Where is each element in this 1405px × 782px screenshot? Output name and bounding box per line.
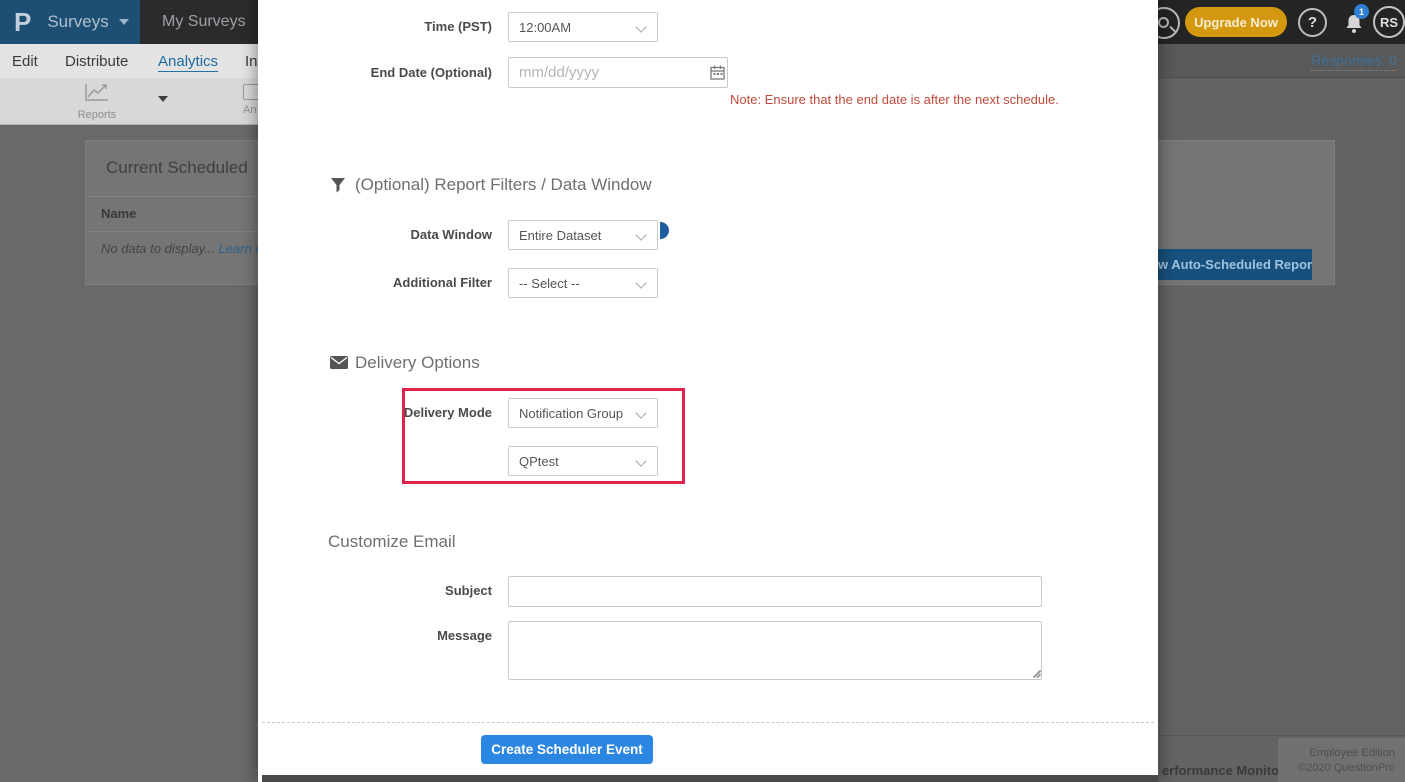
nav-item-distribute[interactable]: Distribute: [65, 53, 128, 70]
chevron-down-icon: [119, 19, 129, 25]
scheduled-reports-panel-right: w Auto-Scheduled Report: [1158, 140, 1335, 285]
additional-filter-value: -- Select --: [519, 276, 580, 291]
auto-report-button-label: w Auto-Scheduled Report: [1158, 257, 1312, 272]
product-menu-label: Surveys: [47, 12, 108, 32]
toolbar-reports-button[interactable]: Reports: [62, 82, 132, 121]
new-auto-scheduled-report-button[interactable]: w Auto-Scheduled Report: [1158, 249, 1312, 280]
time-select[interactable]: 12:00AM: [508, 12, 658, 42]
data-window-select[interactable]: Entire Dataset: [508, 220, 658, 250]
create-scheduler-event-button[interactable]: Create Scheduler Event: [481, 735, 653, 764]
nav-item-analytics[interactable]: Analytics: [158, 53, 218, 72]
end-date-input[interactable]: [508, 57, 728, 88]
questionpro-logo-icon: P: [14, 7, 31, 38]
message-textarea[interactable]: [508, 621, 1042, 680]
responses-counter[interactable]: Responses: 0: [1311, 52, 1397, 71]
product-switcher[interactable]: P Surveys: [0, 0, 140, 44]
subject-label: Subject: [258, 583, 492, 598]
reports-dropdown-caret[interactable]: [158, 96, 168, 102]
chevron-down-icon: [635, 407, 646, 418]
notification-group-select[interactable]: QPtest: [508, 446, 658, 476]
clipped-toolbar-icon: [243, 84, 259, 100]
notification-badge: 1: [1354, 4, 1369, 19]
delivery-mode-select[interactable]: Notification Group: [508, 398, 658, 428]
edition-block: Employee Edition ©2020 QuestionPro: [1278, 738, 1405, 782]
data-window-value: Entire Dataset: [519, 228, 601, 243]
envelope-icon: [330, 356, 348, 369]
delivery-mode-label: Delivery Mode: [258, 405, 492, 420]
empty-state-text: No data to display... Learn mo: [101, 241, 258, 256]
tab-my-surveys-label: My Surveys: [162, 13, 246, 31]
chevron-down-icon: [635, 21, 646, 32]
tab-my-surveys[interactable]: My Surveys: [140, 0, 258, 44]
no-data-text: No data to display...: [101, 241, 215, 256]
horizontal-scrollbar[interactable]: [262, 775, 1158, 782]
line-chart-icon: [84, 82, 110, 102]
chevron-down-icon: [635, 229, 646, 240]
toolbar-reports-label: Reports: [62, 109, 132, 121]
learn-more-link[interactable]: Learn mo: [219, 241, 258, 256]
avatar[interactable]: RS: [1373, 6, 1405, 38]
delivery-mode-value: Notification Group: [519, 406, 623, 421]
copyright-label: ©2020 QuestionPro: [1298, 762, 1395, 774]
filter-funnel-icon: [330, 177, 346, 193]
resize-handle-icon[interactable]: [1032, 669, 1041, 678]
panel-title: Current Scheduled: [106, 158, 248, 178]
search-lens: [1158, 17, 1169, 28]
time-label: Time (PST): [258, 19, 492, 34]
time-select-value: 12:00AM: [519, 20, 571, 35]
customize-email-title: Customize Email: [328, 532, 456, 552]
calendar-icon[interactable]: [710, 65, 725, 80]
subject-input[interactable]: [508, 576, 1042, 607]
scheduled-reports-panel: Current Scheduled Name No data to displa…: [85, 140, 258, 285]
performance-monitor-link[interactable]: erformance Monitor: [1162, 763, 1284, 778]
chevron-down-icon: [635, 455, 646, 466]
search-handle: [1169, 26, 1175, 32]
end-date-note: Note: Ensure that the end date is after …: [730, 92, 1059, 107]
info-icon-partial[interactable]: [660, 222, 669, 239]
dimmed-nav-strip: Responses: 0: [1158, 44, 1405, 78]
app-window: P Surveys My Surveys Upgrade Now ? 1 RS …: [0, 0, 1405, 782]
nav-item-integrations-clipped[interactable]: In: [245, 53, 258, 70]
edition-label: Employee Edition: [1309, 747, 1395, 759]
nav-item-edit[interactable]: Edit: [12, 53, 38, 70]
divider: [86, 231, 258, 232]
chevron-down-icon: [635, 277, 646, 288]
end-date-label: End Date (Optional): [258, 65, 492, 80]
divider: [86, 196, 258, 197]
additional-filter-select[interactable]: -- Select --: [508, 268, 658, 298]
dim-overlay-right: Responses: 0 w Auto-Scheduled Report erf…: [1158, 44, 1405, 782]
filters-section-title: (Optional) Report Filters / Data Window: [355, 175, 652, 195]
table-header-name: Name: [101, 206, 136, 221]
message-label: Message: [258, 628, 492, 643]
notification-group-value: QPtest: [519, 454, 559, 469]
footer-divider: [1158, 735, 1405, 736]
modal-footer-divider: [262, 722, 1154, 723]
upgrade-now-button[interactable]: Upgrade Now: [1185, 7, 1287, 37]
notifications-button[interactable]: 1: [1337, 6, 1371, 40]
scheduler-modal: Time (PST) 12:00AM End Date (Optional) N…: [258, 0, 1158, 782]
delivery-section-title: Delivery Options: [355, 353, 480, 373]
help-icon[interactable]: ?: [1298, 8, 1327, 37]
data-window-label: Data Window: [258, 227, 492, 242]
additional-filter-label: Additional Filter: [258, 275, 492, 290]
